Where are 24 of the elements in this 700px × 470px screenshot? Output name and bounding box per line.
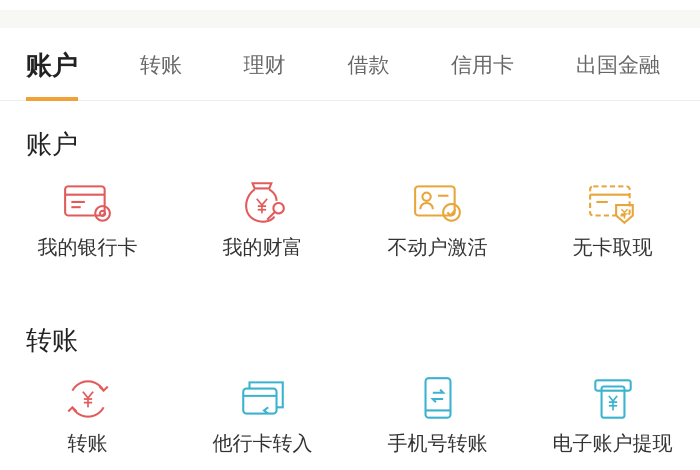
tab[interactable]: 理财 <box>244 39 286 97</box>
menu-item[interactable]: 他行卡转入 <box>175 376 350 457</box>
tab[interactable]: 转账 <box>140 39 182 97</box>
item-label: 他行卡转入 <box>212 430 312 457</box>
tab[interactable]: 信用卡 <box>451 39 514 97</box>
menu-item[interactable]: 电子账户提现 <box>525 376 700 457</box>
menu-item[interactable]: 手机号转账 <box>350 376 525 457</box>
section-title: 账户 <box>25 129 79 162</box>
menu-item[interactable]: 我的银行卡 <box>0 180 175 261</box>
tab[interactable]: 出国金融 <box>576 39 660 97</box>
item-label: 转账 <box>68 430 108 457</box>
menu-item[interactable]: 无卡取现 <box>525 180 700 261</box>
item-label: 我的财富 <box>222 234 302 261</box>
item-label: 无卡取现 <box>572 234 652 261</box>
item-label: 我的银行卡 <box>38 234 138 261</box>
menu-item[interactable]: 转账 <box>0 376 175 457</box>
item-label: 不动户激活 <box>388 234 488 261</box>
menu-item[interactable]: 我的财富 <box>175 180 350 261</box>
menu-item[interactable]: 不动户激活 <box>350 180 525 261</box>
section-title: 转账 <box>25 325 79 358</box>
tab[interactable]: 借款 <box>347 39 390 97</box>
item-label: 电子账户提现 <box>552 430 672 457</box>
tab[interactable]: 账户 <box>26 36 78 100</box>
item-label: 手机号转账 <box>388 430 488 457</box>
